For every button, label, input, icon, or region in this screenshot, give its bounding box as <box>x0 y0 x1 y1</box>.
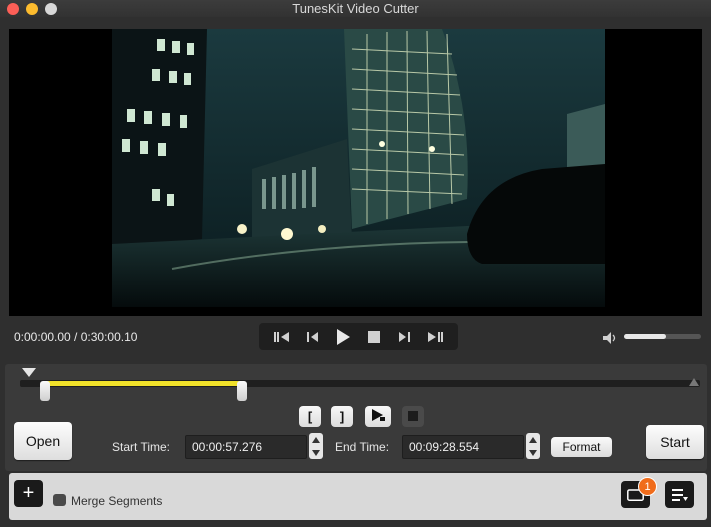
close-window-button[interactable] <box>7 3 19 15</box>
start-time-label: Start Time: <box>112 440 171 454</box>
timeline-end-marker <box>689 378 699 386</box>
notification-badge: 1 <box>638 477 657 496</box>
mark-out-button[interactable]: ] <box>331 406 353 427</box>
minimize-window-button[interactable] <box>26 3 38 15</box>
task-list-button[interactable] <box>665 481 694 508</box>
video-frame-image <box>112 29 605 307</box>
transport-controls <box>259 323 458 350</box>
start-time-field[interactable]: 00:00:57.276 <box>185 435 307 459</box>
title-bar: TunesKit Video Cutter <box>0 0 711 17</box>
end-time-field[interactable]: 00:09:28.554 <box>402 435 524 459</box>
app-window: TunesKit Video Cutter 0:00:00.00 / 0:30:… <box>0 0 711 527</box>
format-button[interactable]: Format <box>551 437 612 457</box>
merge-segments-label: Merge Segments <box>71 494 163 508</box>
stop-icon[interactable] <box>364 327 384 347</box>
segment-timeline[interactable] <box>20 380 700 387</box>
start-trim-handle[interactable] <box>40 381 50 401</box>
end-time-stepper[interactable] <box>526 433 540 459</box>
end-time-label: End Time: <box>335 440 390 454</box>
zoom-window-button[interactable] <box>45 3 57 15</box>
preview-play-icon <box>370 408 386 425</box>
end-trim-handle[interactable] <box>237 381 247 401</box>
video-preview <box>9 29 702 316</box>
list-icon <box>672 488 688 507</box>
volume-slider[interactable] <box>624 334 701 339</box>
timecode-readout: 0:00:00.00 / 0:30:00.10 <box>14 330 138 344</box>
play-icon[interactable] <box>333 327 353 347</box>
mark-in-button[interactable]: [ <box>299 406 321 427</box>
volume-slider-fill <box>624 334 667 339</box>
merge-segments-checkbox[interactable] <box>53 494 66 506</box>
stop-square-icon <box>408 409 418 424</box>
start-button[interactable]: Start <box>646 425 704 459</box>
open-button[interactable]: Open <box>14 422 72 460</box>
skip-to-start-icon[interactable] <box>272 327 292 347</box>
selected-segment-range <box>46 381 242 386</box>
volume-icon[interactable] <box>603 331 619 344</box>
delete-segment-button[interactable] <box>402 406 424 427</box>
preview-segment-button[interactable] <box>365 406 391 427</box>
step-back-icon[interactable] <box>303 327 323 347</box>
start-time-stepper[interactable] <box>309 433 323 459</box>
window-title: TunesKit Video Cutter <box>292 1 419 16</box>
skip-to-end-icon[interactable] <box>425 327 445 347</box>
step-forward-icon[interactable] <box>394 327 414 347</box>
playhead-marker[interactable] <box>22 368 36 377</box>
add-segment-button[interactable]: + <box>14 480 43 507</box>
